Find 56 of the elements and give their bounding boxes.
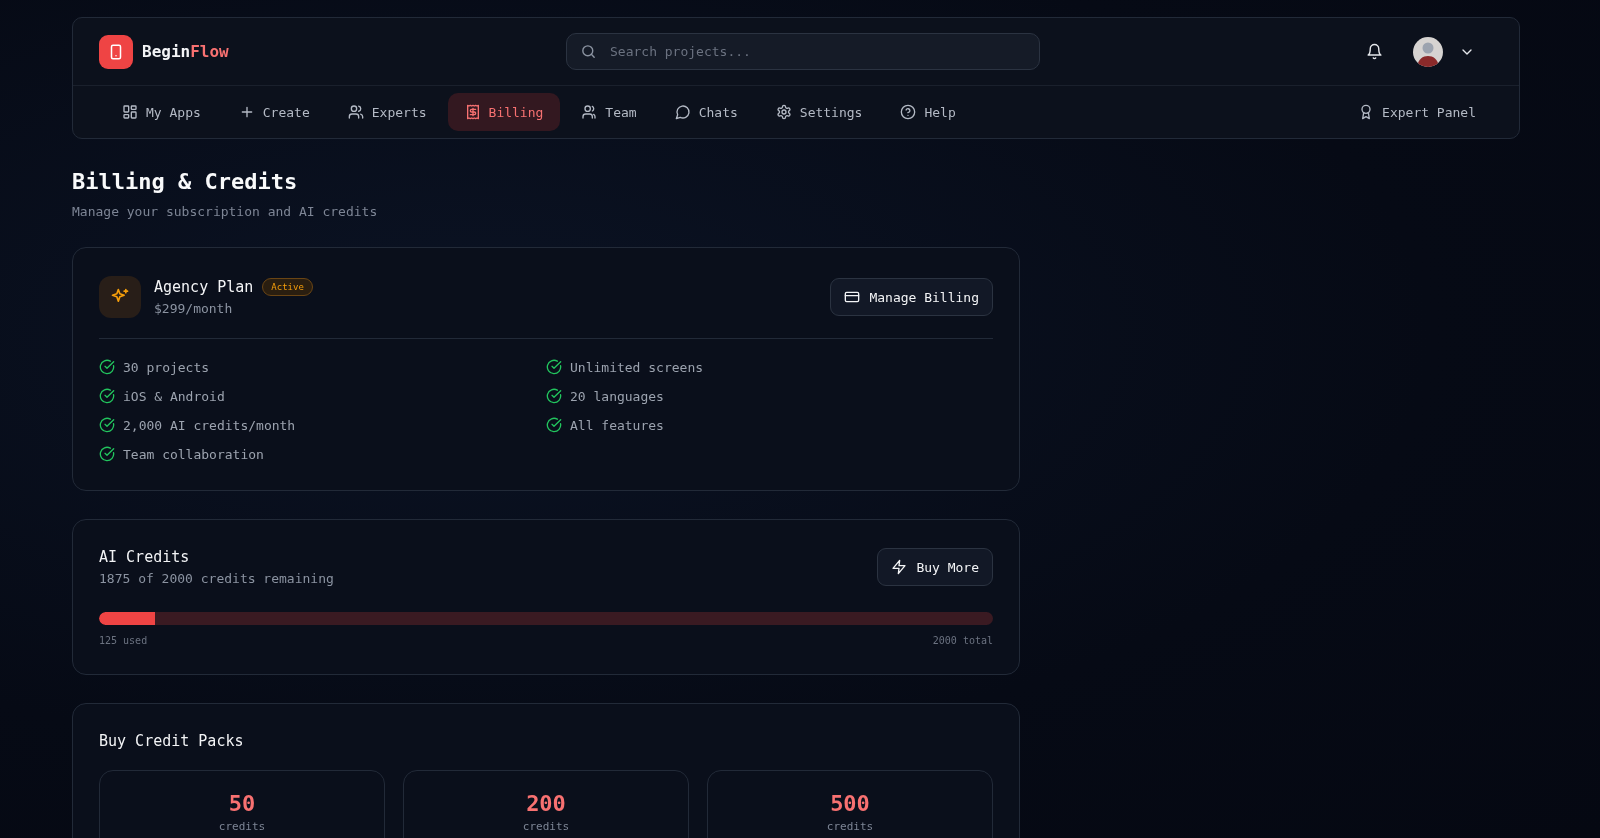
nav-tab[interactable]: Experts <box>330 93 444 131</box>
feature-text: iOS & Android <box>123 388 225 404</box>
nav-tab[interactable]: Team <box>564 93 654 131</box>
check-circle-icon <box>546 359 562 375</box>
nav-tab[interactable]: Create <box>221 93 327 131</box>
page-title: Billing & Credits <box>72 169 299 194</box>
bell-icon <box>1366 43 1383 60</box>
nav-tab[interactable]: Chats <box>657 93 755 131</box>
nav-tab[interactable]: Help <box>883 93 973 131</box>
pack-amount: 200 <box>526 791 566 816</box>
grid-icon <box>122 104 138 120</box>
pack-amount: 500 <box>830 791 870 816</box>
check-circle-icon <box>99 417 115 433</box>
feature-text: 20 languages <box>570 388 664 404</box>
receipt-icon <box>464 104 481 120</box>
status-badge: Active <box>262 278 313 296</box>
plan-name: Agency Plan <box>154 278 254 296</box>
chat-icon <box>674 104 691 120</box>
credits-title: AI Credits <box>99 548 191 566</box>
search-field[interactable]: Search projects... <box>566 33 1040 70</box>
help-icon <box>900 104 917 120</box>
buy-more-button[interactable]: Buy More <box>877 548 993 586</box>
feature-text: 2,000 AI credits/month <box>123 417 296 433</box>
settings-icon <box>775 104 792 120</box>
credit-pack-card[interactable]: 200 credits <box>403 770 689 838</box>
nav-tab[interactable]: Settings <box>758 93 880 131</box>
plan-price: $299/month <box>154 301 234 316</box>
check-circle-icon <box>99 359 115 375</box>
feature-text: Team collaboration <box>123 446 264 462</box>
lightning-icon <box>891 559 908 575</box>
page-subtitle: Manage your subscription and AI credits <box>72 204 379 219</box>
nav-tab[interactable]: Billing <box>447 93 561 131</box>
pack-unit: credits <box>218 820 266 833</box>
credit-pack-card[interactable]: 500 credits <box>707 770 993 838</box>
pack-unit: credits <box>522 820 570 833</box>
nav-tab[interactable]: My Apps <box>105 93 218 131</box>
pack-unit: credits <box>826 820 874 833</box>
packs-title: Buy Credit Packs <box>99 732 245 750</box>
avatar[interactable] <box>1413 36 1443 67</box>
nav-link[interactable]: Expert Panel <box>1341 93 1493 131</box>
check-circle-icon <box>546 417 562 433</box>
used-label: 125 used <box>99 635 148 646</box>
feature-text: Unlimited screens <box>570 359 704 375</box>
pack-amount: 50 <box>228 791 256 816</box>
feature-text: 30 projects <box>123 359 210 375</box>
credits-remaining: 1875 of 2000 credits remaining <box>99 571 334 586</box>
credit-pack-card[interactable]: 50 credits <box>99 770 385 838</box>
manage-billing-button[interactable]: Manage Billing <box>830 278 993 316</box>
check-circle-icon <box>99 446 115 462</box>
check-circle-icon <box>99 388 115 404</box>
logo-text: BeginFlow <box>142 42 229 61</box>
feature-text: All features <box>570 417 664 433</box>
total-label: 2000 total <box>932 635 993 646</box>
card-icon <box>844 289 861 305</box>
check-circle-icon <box>546 388 562 404</box>
users-icon <box>347 104 364 120</box>
